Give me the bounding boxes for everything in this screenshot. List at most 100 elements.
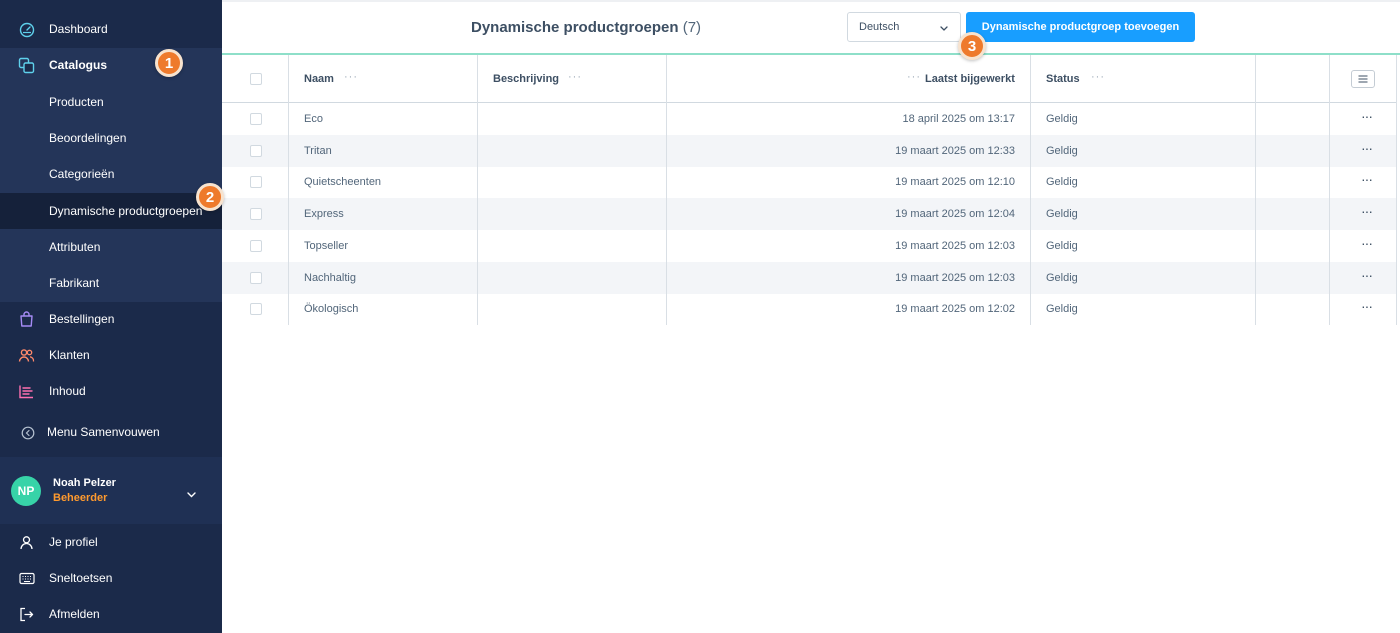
table-row[interactable]: Tritan 19 maart 2025 om 12:33 Geldig ···: [222, 134, 1397, 167]
page-title-text: Dynamische productgroepen: [471, 19, 679, 36]
row-name[interactable]: Express: [304, 208, 344, 220]
nav-profile[interactable]: Je profiel: [0, 524, 222, 560]
nav-bestellingen[interactable]: Bestellingen: [0, 301, 222, 337]
column-divider: [666, 55, 667, 325]
row-status: Geldig: [1046, 239, 1078, 252]
table-row[interactable]: Eco 18 april 2025 om 13:17 Geldig ···: [222, 103, 1397, 135]
table-row[interactable]: Ökologisch 19 maart 2025 om 12:02 Geldig ··…: [222, 293, 1397, 325]
chevron-down-icon: [940, 23, 948, 35]
row-updated: 19 maart 2025 om 12:33: [895, 144, 1015, 157]
customers-icon: [18, 347, 35, 364]
column-divider: [477, 55, 478, 325]
row-actions-icon[interactable]: ···: [1361, 204, 1373, 218]
sidebar: Dashboard Catalogus Producten Beoordelin…: [0, 0, 222, 633]
chevron-down-icon[interactable]: [187, 485, 196, 503]
row-checkbox[interactable]: [250, 239, 262, 252]
row-checkbox[interactable]: [250, 271, 262, 284]
column-header-description[interactable]: Beschrijving: [493, 73, 559, 85]
nav-logout-label: Afmelden: [49, 607, 100, 621]
row-checkbox[interactable]: [250, 144, 262, 157]
row-updated: 19 maart 2025 om 12:02: [895, 303, 1015, 316]
nav-catalogus-label: Catalogus: [49, 58, 108, 72]
table-row[interactable]: Express 19 maart 2025 om 12:04 Geldig ···: [222, 198, 1397, 231]
content-icon: [18, 383, 35, 400]
nav-inhoud[interactable]: Inhoud: [0, 373, 222, 409]
row-actions-icon[interactable]: ···: [1361, 268, 1373, 282]
logout-icon: [18, 606, 35, 623]
avatar: NP: [11, 476, 41, 506]
column-name-menu-icon[interactable]: ···: [344, 71, 358, 83]
row-name[interactable]: Quietscheenten: [304, 176, 381, 188]
row-actions-icon[interactable]: ···: [1361, 172, 1373, 186]
row-actions-icon[interactable]: ···: [1361, 299, 1373, 313]
nav-producten-label: Producten: [49, 95, 104, 109]
nav-fabrikant-label: Fabrikant: [49, 276, 100, 290]
page-title: Dynamische productgroepen (7): [471, 19, 701, 36]
nav-klanten[interactable]: Klanten: [0, 337, 222, 373]
column-divider: [1396, 55, 1397, 325]
nav-shortcuts[interactable]: Sneltoetsen: [0, 560, 222, 596]
row-actions-icon[interactable]: ···: [1361, 141, 1373, 155]
row-name[interactable]: Ökologisch: [304, 303, 358, 315]
row-actions-icon[interactable]: ···: [1361, 109, 1373, 123]
column-description-menu-icon[interactable]: ···: [568, 71, 582, 83]
column-divider: [1030, 55, 1031, 325]
row-updated: 18 april 2025 om 13:17: [902, 113, 1015, 125]
column-status-menu-icon[interactable]: ···: [1091, 71, 1105, 83]
table-row[interactable]: Topseller 19 maart 2025 om 12:03 Geldig ···: [222, 230, 1397, 262]
column-header-updated[interactable]: Laatst bijgewerkt: [925, 73, 1015, 85]
table-row[interactable]: Quietscheenten 19 maart 2025 om 12:10 Geld…: [222, 166, 1397, 198]
row-name[interactable]: Nachhaltig: [304, 272, 356, 284]
row-checkbox[interactable]: [250, 176, 262, 189]
column-updated-menu-icon[interactable]: ···: [907, 71, 921, 83]
row-checkbox[interactable]: [250, 113, 262, 125]
column-header-name[interactable]: Naam: [304, 73, 334, 85]
add-dynamic-product-group-button[interactable]: Dynamische productgroep toevoegen: [966, 12, 1195, 42]
menu-icon: [1358, 75, 1368, 83]
page-title-count: (7): [682, 19, 702, 36]
user-menu[interactable]: NP Noah Pelzer Beheerder: [0, 457, 222, 524]
row-status: Geldig: [1046, 208, 1078, 221]
collapse-menu-label: Menu Samenvouwen: [47, 425, 160, 439]
row-status: Geldig: [1046, 303, 1078, 316]
nav-shortcuts-label: Sneltoetsen: [49, 571, 113, 585]
collapse-chevron-icon: [19, 424, 36, 441]
row-status: Geldig: [1046, 176, 1078, 189]
row-status: Geldig: [1046, 271, 1078, 284]
step-badge-3: 3: [958, 32, 986, 60]
nav-logout[interactable]: Afmelden: [0, 596, 222, 632]
dashboard-icon: [18, 21, 35, 38]
keyboard-icon: [18, 570, 35, 587]
shopping-bag-icon: [18, 311, 35, 328]
row-updated: 19 maart 2025 om 12:10: [895, 176, 1015, 189]
nav-producten[interactable]: Producten: [0, 84, 222, 120]
nav-categorieen-label: Categorieën: [49, 167, 115, 181]
nav-fabrikant[interactable]: Fabrikant: [0, 265, 222, 301]
row-actions-icon[interactable]: ···: [1361, 236, 1373, 250]
row-name[interactable]: Topseller: [304, 240, 348, 252]
select-all-checkbox[interactable]: [250, 73, 262, 85]
column-settings-button[interactable]: [1351, 70, 1375, 88]
table-row[interactable]: Nachhaltig 19 maart 2025 om 12:03 Geldig ··…: [222, 261, 1397, 294]
catalogue-icon: [18, 57, 35, 74]
row-name[interactable]: Tritan: [304, 145, 332, 157]
row-status: Geldig: [1046, 113, 1078, 125]
row-updated: 19 maart 2025 om 12:03: [895, 271, 1015, 284]
user-role: Beheerder: [53, 492, 108, 504]
row-name[interactable]: Eco: [304, 113, 323, 125]
nav-categorieen[interactable]: Categorieën: [0, 156, 222, 192]
nav-bestellingen-label: Bestellingen: [49, 312, 115, 326]
column-header-status[interactable]: Status: [1046, 73, 1080, 85]
language-select[interactable]: Deutsch: [847, 12, 961, 42]
row-updated: 19 maart 2025 om 12:03: [895, 239, 1015, 252]
nav-dynamische-productgroepen[interactable]: Dynamische productgroepen: [0, 193, 222, 229]
nav-beoordelingen[interactable]: Beoordelingen: [0, 120, 222, 156]
row-checkbox[interactable]: [250, 208, 262, 221]
nav-catalogus[interactable]: Catalogus: [0, 47, 222, 83]
column-divider: [288, 55, 289, 325]
nav-attributen[interactable]: Attributen: [0, 229, 222, 265]
collapse-menu-button[interactable]: Menu Samenvouwen: [0, 414, 222, 450]
nav-dashboard[interactable]: Dashboard: [0, 11, 222, 47]
row-checkbox[interactable]: [250, 303, 262, 316]
table-header: Naam ··· Beschrijving ··· ··· Laatst bij…: [222, 55, 1397, 103]
